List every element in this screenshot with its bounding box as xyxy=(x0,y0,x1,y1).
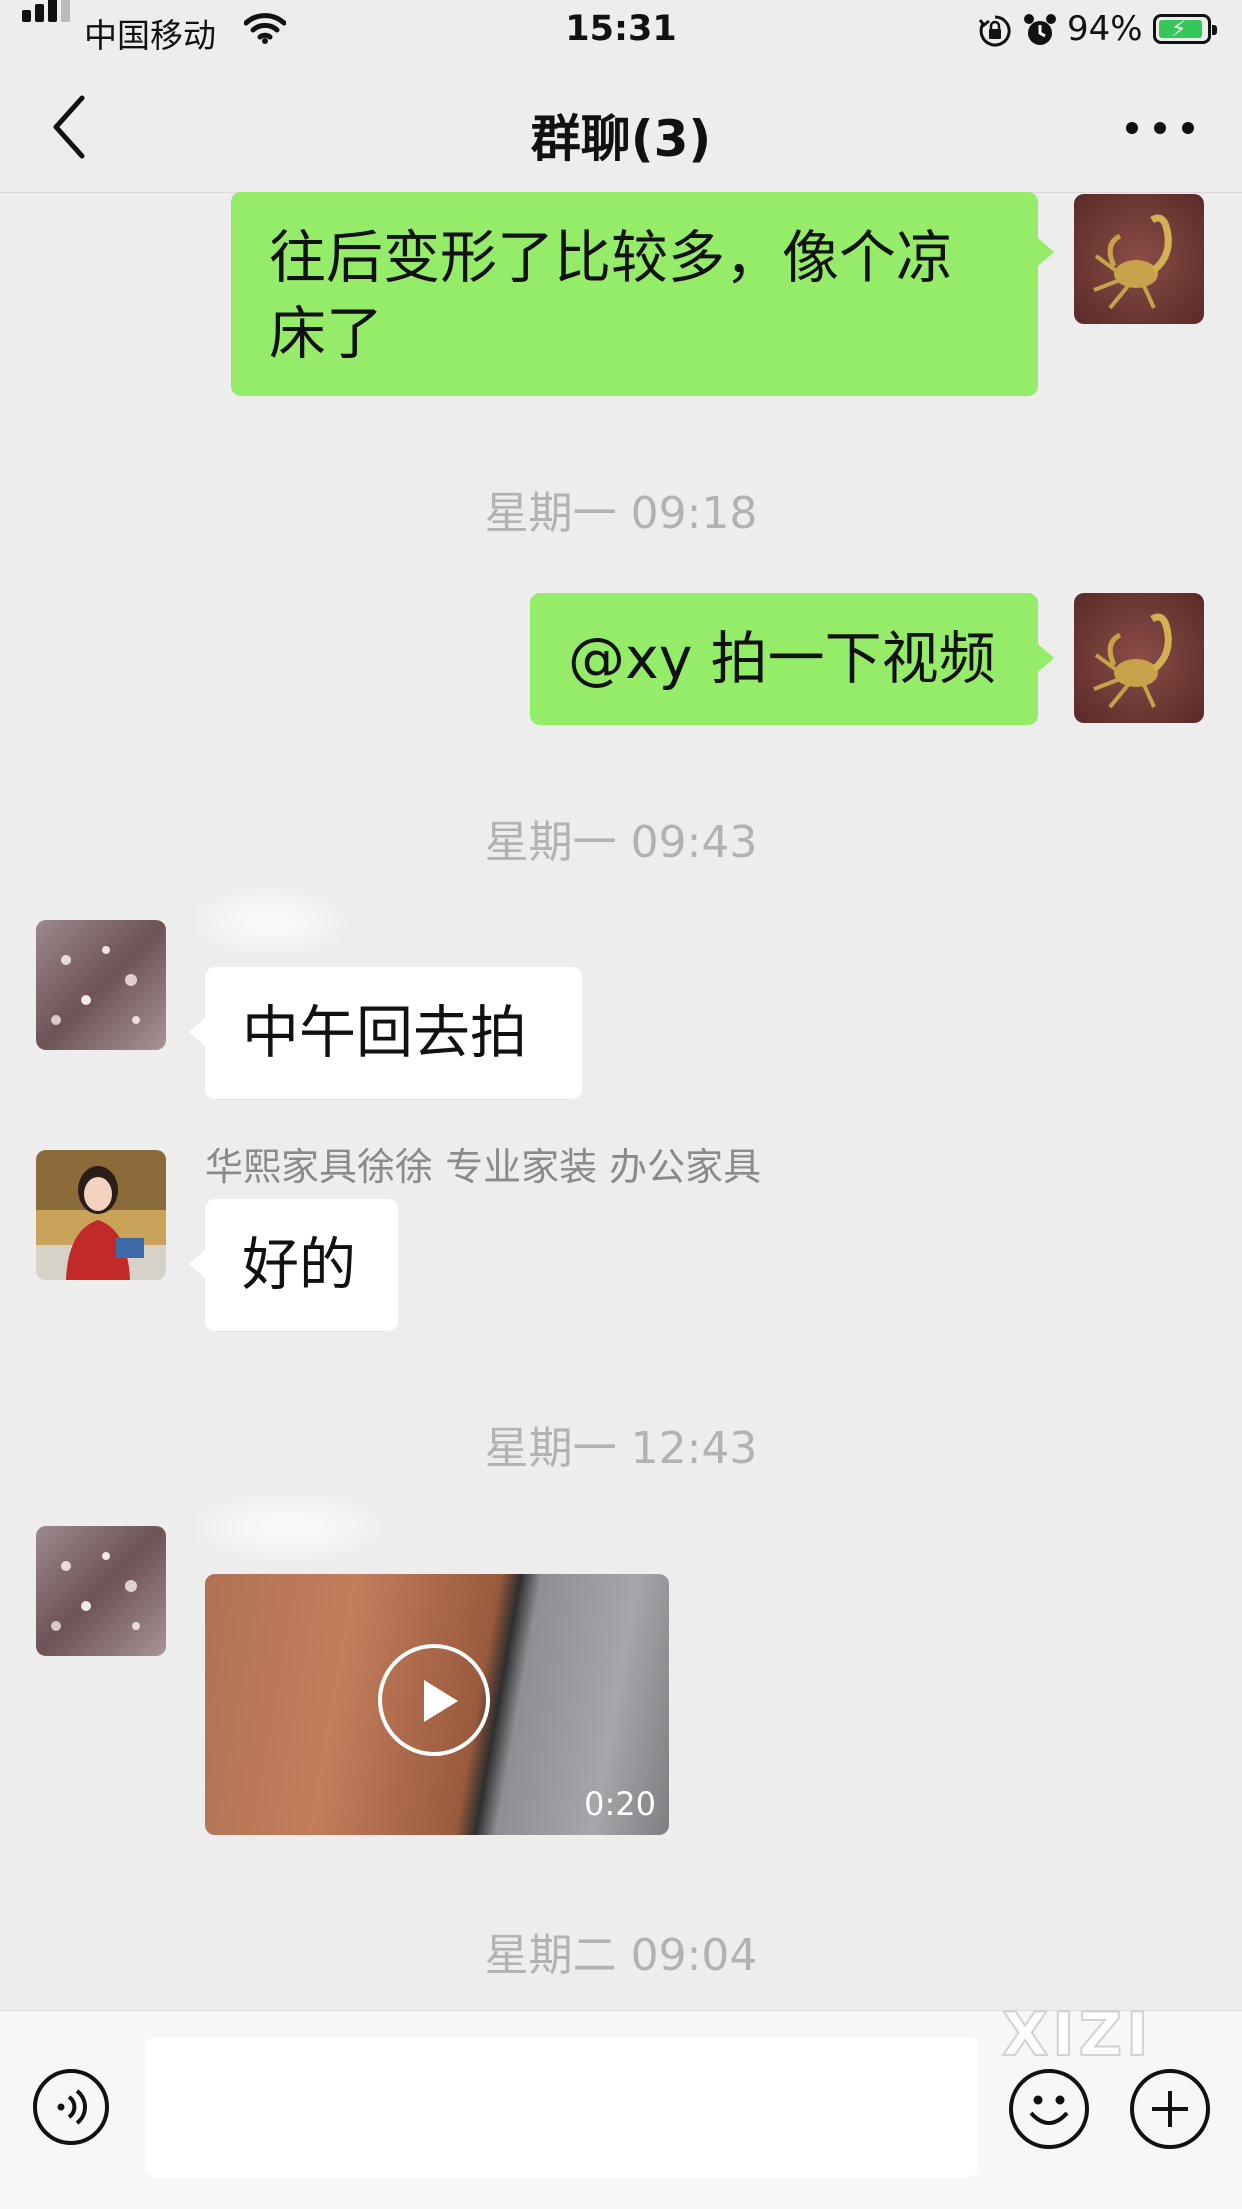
scorpion-avatar-image xyxy=(1074,593,1204,723)
battery-charging-icon: ⚡ xyxy=(1153,14,1217,44)
play-icon[interactable] xyxy=(378,1644,490,1756)
person-avatar-image xyxy=(36,1150,166,1280)
sparkle-avatar-image xyxy=(36,1526,166,1656)
alarm-icon xyxy=(1024,14,1056,45)
outgoing-message[interactable]: 往后变形了比较多，像个凉 床了 xyxy=(231,192,1038,396)
message-text: 床了 xyxy=(269,301,383,367)
message-text: 好的 xyxy=(242,1232,356,1298)
status-bar: 中国移动 15:31 94% ⚡ xyxy=(0,0,1242,62)
chevron-left-icon[interactable] xyxy=(44,92,94,162)
voice-input-icon[interactable] xyxy=(33,2069,109,2145)
avatar[interactable] xyxy=(1074,194,1204,324)
outgoing-message[interactable]: @xy 拍一下视频 xyxy=(530,593,1038,725)
more-dots-icon[interactable] xyxy=(1122,106,1198,146)
sender-name-blurred xyxy=(195,887,345,957)
rotation-lock-icon xyxy=(978,15,1011,47)
message-text: 中午回去拍 xyxy=(242,1000,527,1066)
watermark: XIZI xyxy=(1001,1999,1153,2071)
emoji-icon[interactable] xyxy=(1009,2069,1089,2149)
wifi-icon xyxy=(244,13,286,44)
battery-percent: 94% xyxy=(1067,9,1143,49)
timestamp: 星期二 09:04 xyxy=(484,1930,758,1981)
scorpion-avatar-image xyxy=(1074,194,1204,324)
sparkle-avatar-image xyxy=(36,920,166,1050)
incoming-message[interactable]: 好的 xyxy=(205,1199,398,1331)
carrier-name: 中国移动 xyxy=(84,16,216,55)
video-message[interactable]: 0:20 xyxy=(205,1574,669,1835)
timestamp: 星期一 09:18 xyxy=(484,488,758,539)
message-text: @xy 拍一下视频 xyxy=(568,626,996,692)
avatar[interactable] xyxy=(36,1150,166,1280)
message-text: 往后变形了比较多，像个凉 xyxy=(269,225,953,291)
plus-icon[interactable] xyxy=(1130,2069,1210,2149)
avatar[interactable] xyxy=(36,920,166,1050)
chat-header: 群聊(3) xyxy=(0,62,1242,193)
timestamp: 星期一 09:43 xyxy=(484,817,758,868)
sender-name: 华熙家具徐徐 专业家装 办公家具 xyxy=(205,1145,762,1189)
avatar[interactable] xyxy=(36,1526,166,1656)
chat-title: 群聊(3) xyxy=(530,110,712,168)
sender-name-blurred xyxy=(195,1492,385,1562)
message-input[interactable] xyxy=(145,2037,978,2177)
video-duration: 0:20 xyxy=(584,1785,656,1823)
message-list[interactable]: 往后变形了比较多，像个凉 床了 星期一 09:18 @xy 拍一下视频 星期一 … xyxy=(0,192,1242,2010)
avatar[interactable] xyxy=(1074,593,1204,723)
timestamp: 星期一 12:43 xyxy=(484,1423,758,1474)
incoming-message[interactable]: 中午回去拍 xyxy=(205,967,582,1099)
